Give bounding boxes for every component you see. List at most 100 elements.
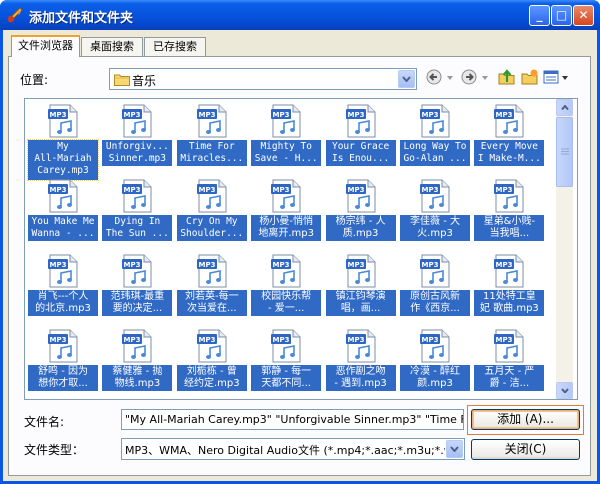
mp3-badge-text: MP3 [422, 261, 439, 269]
tab-file-browser[interactable]: 文件浏览器 [11, 35, 80, 57]
file-item-label: Long Way To Go-Alan ... [400, 140, 470, 166]
file-item[interactable]: MP3 蔡健雅 - 抛 物线.mp3 [101, 327, 173, 399]
file-item[interactable]: MP3 Cry On My Shoulder... [176, 177, 248, 255]
file-item[interactable]: MP3 范玮琪-最重 要的决定... [101, 252, 173, 330]
minimize-icon: _ [536, 8, 543, 22]
up-folder-icon[interactable] [498, 68, 516, 86]
file-item-label: You Make Me Wanna - ... [28, 215, 98, 241]
file-item-label: 范玮琪-最重 要的决定... [102, 290, 173, 316]
filename-input[interactable]: "My All-Mariah Carey.mp3" "Unforgivable … [121, 409, 464, 430]
forward-arrow-icon[interactable] [461, 68, 479, 86]
tab-desktop-search[interactable]: 桌面搜索 [81, 37, 143, 56]
file-item[interactable]: MP3 Dying In The Sun ... [101, 177, 173, 255]
file-item[interactable]: MP3 Mighty To Save - H... [250, 102, 322, 180]
scroll-thumb[interactable] [556, 117, 573, 187]
back-arrow-icon[interactable] [426, 68, 444, 86]
mp3-file-icon: MP3 [494, 329, 524, 363]
file-item[interactable]: MP3 Long Way To Go-Alan ... [399, 102, 471, 180]
mp3-file-icon: MP3 [122, 329, 152, 363]
file-item[interactable]: MP3 杨宗纬 - 人 质.mp3 [325, 177, 397, 255]
mp3-badge-text: MP3 [50, 186, 67, 194]
mp3-badge-text: MP3 [124, 336, 141, 344]
file-item-label: 肖飞---个人 的北京.mp3 [28, 290, 98, 316]
vertical-scrollbar[interactable] [556, 99, 573, 399]
file-item[interactable]: MP3 刘栀栋 - 曾 经约定.mp3 [176, 327, 248, 399]
mp3-badge-text: MP3 [496, 261, 513, 269]
folder-icon [114, 74, 130, 86]
location-dropdown-button[interactable] [398, 70, 415, 88]
mp3-file-icon: MP3 [420, 254, 450, 288]
close-button[interactable]: 关闭(C) [471, 439, 580, 460]
mp3-file-icon: MP3 [420, 179, 450, 213]
file-item[interactable]: MP3 恶作剧之吻 - 遇到.mp3 [325, 327, 397, 399]
maximize-icon: □ [555, 8, 568, 22]
file-item[interactable]: MP3 郭静 - 每一 天都不同... [250, 327, 322, 399]
file-item[interactable]: MP3 11处特工皇 妃 歌曲.mp3 [473, 252, 545, 330]
close-window-button[interactable]: ✕ [573, 5, 594, 26]
file-item[interactable]: MP3 Your Grace Is Enou... [325, 102, 397, 180]
mp3-badge-text: MP3 [124, 111, 141, 119]
chevron-up-icon [561, 105, 569, 110]
file-item[interactable]: MP3 My All-Mariah Carey.mp3 [27, 102, 99, 181]
file-item[interactable]: MP3 冷漠 - 醉红 颜.mp3 [399, 327, 471, 399]
tab-saved-search[interactable]: 已存搜索 [144, 37, 206, 56]
file-list[interactable]: MP3 My All-Mariah Carey.mp3 MP3 Unforgiv… [24, 98, 578, 400]
view-menu-icon[interactable] [543, 68, 561, 86]
file-item[interactable]: MP3 星弟&小贱- 当我唱... [473, 177, 545, 255]
location-dropdown[interactable]: 音乐 [109, 68, 417, 90]
file-item[interactable]: MP3 肖飞---个人 的北京.mp3 [27, 252, 99, 330]
file-item-label: 杨小曼-悄悄 地离开.mp3 [251, 215, 322, 241]
mp3-badge-text: MP3 [347, 111, 364, 119]
mp3-file-icon: MP3 [196, 329, 227, 363]
filetype-dropdown[interactable]: MP3、WMA、Nero Digital Audio文件 (*.mp4;*.aa… [121, 438, 465, 460]
dialog-client: 文件浏览器 桌面搜索 已存搜索 位置: 音乐 MP3 My All-Mariah… [3, 30, 597, 481]
filetype-dropdown-button[interactable] [446, 440, 463, 458]
forward-dropdown-icon[interactable] [482, 76, 488, 80]
file-item-label: Time For Miracles... [176, 140, 247, 166]
mp3-file-icon: MP3 [196, 179, 227, 213]
mp3-file-icon: MP3 [271, 104, 301, 138]
file-item[interactable]: MP3 杨小曼-悄悄 地离开.mp3 [250, 177, 322, 255]
view-dropdown-icon[interactable] [562, 76, 568, 80]
file-item-label: Dying In The Sun ... [102, 215, 173, 241]
file-item[interactable]: MP3 You Make Me Wanna - ... [27, 177, 99, 255]
mp3-badge-text: MP3 [198, 336, 215, 344]
mp3-badge-text: MP3 [198, 111, 215, 119]
mp3-file-icon: MP3 [122, 254, 152, 288]
title-bar[interactable]: 添加文件和文件夹 _ □ ✕ [0, 0, 600, 30]
file-item-label: Your Grace Is Enou... [325, 140, 396, 166]
file-item-label: 原创古风新 作《西京... [400, 290, 470, 316]
mp3-badge-text: MP3 [422, 186, 439, 194]
mp3-badge-text: MP3 [347, 261, 364, 269]
file-item[interactable]: MP3 Every Move I Make-M... [473, 102, 545, 180]
mp3-file-icon: MP3 [420, 329, 450, 363]
file-item-label: 郭静 - 每一 天都不同... [251, 365, 322, 391]
file-item[interactable]: MP3 校园快乐帮 - 爱一... [250, 252, 322, 330]
file-item[interactable]: MP3 刘若英-每一 次当爱在... [176, 252, 248, 330]
mp3-file-icon: MP3 [494, 104, 524, 138]
scroll-up-button[interactable] [556, 99, 573, 116]
scroll-down-button[interactable] [556, 382, 573, 399]
add-button[interactable]: 添加 (A)... [471, 409, 580, 430]
minimize-button[interactable]: _ [529, 5, 550, 26]
mp3-badge-text: MP3 [273, 111, 290, 119]
back-dropdown-icon[interactable] [447, 76, 453, 80]
mp3-file-icon: MP3 [48, 104, 78, 138]
file-item[interactable]: MP3 原创古风新 作《西京... [399, 252, 471, 330]
file-item[interactable]: MP3 舒鸣 - 因为 想你才取... [27, 327, 99, 399]
file-item[interactable]: MP3 Unforgiv... Sinner.mp3 [101, 102, 173, 180]
mp3-badge-text: MP3 [347, 186, 364, 194]
file-item[interactable]: MP3 李佳薇 - 大 火.mp3 [399, 177, 471, 255]
new-folder-icon[interactable] [521, 68, 539, 86]
mp3-badge-text: MP3 [496, 186, 513, 194]
filename-label: 文件名: [24, 415, 65, 429]
maximize-button[interactable]: □ [551, 5, 572, 26]
file-item-label: 校园快乐帮 - 爱一... [251, 290, 322, 316]
file-item-label: 蔡健雅 - 抛 物线.mp3 [102, 365, 173, 391]
file-item[interactable]: MP3 五月天 - 严 爵 - 洁... [473, 327, 545, 399]
file-item[interactable]: MP3 Time For Miracles... [176, 102, 248, 180]
file-item[interactable]: MP3 镇江钧琴演 唱，画... [325, 252, 397, 330]
mp3-file-icon: MP3 [196, 254, 227, 288]
close-icon: ✕ [578, 8, 589, 22]
file-item-label: 刘栀栋 - 曾 经约定.mp3 [176, 365, 247, 391]
